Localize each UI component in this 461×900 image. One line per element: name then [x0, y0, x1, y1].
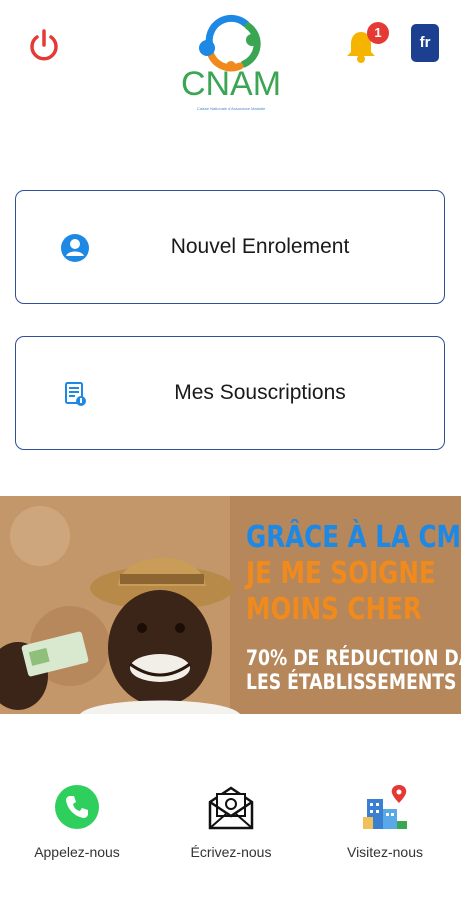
mail-icon	[208, 786, 254, 830]
cnam-logo: CNAM Caisse Nationale d'Assurance Maladi…	[178, 12, 284, 112]
logo-subtitle: Caisse Nationale d'Assurance Maladie	[196, 106, 266, 111]
new-enrolment-button[interactable]: Nouvel Enrolement	[15, 190, 445, 304]
visit-us-label: Visitez-nous	[346, 844, 423, 860]
building-location-icon	[363, 785, 407, 829]
contact-bar: Appelez-nous Écrivez-nous Visitez-nous	[0, 780, 461, 880]
banner-line-1: GRÂCE À LA CMU,	[246, 520, 461, 555]
logo-text: CNAM	[180, 65, 282, 103]
my-subscriptions-button[interactable]: Mes Souscriptions	[15, 336, 445, 450]
visit-us-button[interactable]: Visitez-nous	[320, 780, 450, 860]
power-icon[interactable]	[24, 26, 64, 66]
banner-line-4: 70% DE RÉDUCTION DANS	[246, 646, 461, 670]
write-us-button[interactable]: Écrivez-nous	[166, 780, 296, 860]
banner-text: GRÂCE À LA CMU, JE ME SOIGNE MOINS CHER …	[246, 520, 461, 694]
banner-line-2: JE ME SOIGNE	[246, 556, 436, 591]
call-us-button[interactable]: Appelez-nous	[12, 780, 142, 860]
call-us-label: Appelez-nous	[34, 844, 120, 860]
phone-icon	[55, 785, 99, 829]
top-bar: CNAM Caisse Nationale d'Assurance Maladi…	[0, 0, 461, 120]
cmu-promo-banner[interactable]: GRÂCE À LA CMU, JE ME SOIGNE MOINS CHER …	[0, 496, 461, 714]
my-subscriptions-label: Mes Souscriptions	[174, 381, 346, 404]
language-button[interactable]: fr	[411, 24, 439, 62]
banner-line-5: LES ÉTABLISSEMENTS	[246, 670, 457, 694]
write-us-label: Écrivez-nous	[190, 844, 272, 860]
banner-line-3: MOINS CHER	[246, 592, 422, 627]
logo-mark-icon	[199, 14, 261, 72]
new-enrolment-label: Nouvel Enrolement	[170, 235, 350, 258]
notification-badge: 1	[367, 22, 389, 44]
